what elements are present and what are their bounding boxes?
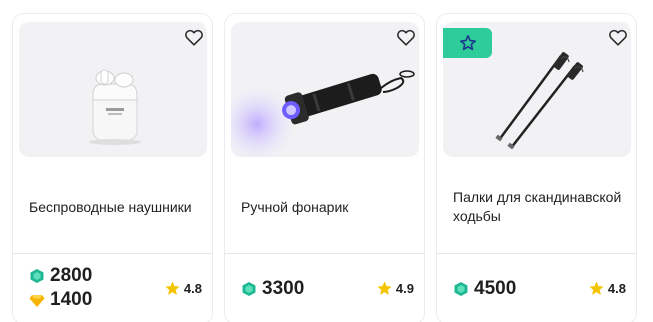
product-image[interactable]: [231, 22, 419, 157]
star-icon: [589, 281, 604, 295]
price-gems-value: 4500: [474, 278, 517, 299]
star-icon: [165, 281, 180, 295]
product-image[interactable]: [19, 22, 207, 157]
divider: [437, 253, 636, 254]
price-coins: 1400: [29, 289, 92, 311]
product-card[interactable]: Ручной фонарик 3300 4.9: [224, 13, 425, 322]
rating: 4.8: [164, 280, 202, 297]
star-icon: [377, 281, 392, 295]
price-gems: 4500: [453, 278, 516, 300]
coin-diamond-icon: [29, 295, 45, 307]
gem-icon: [242, 282, 256, 296]
product-title[interactable]: Палки для скандинавской ходьбы: [453, 188, 626, 226]
flashlight-image: [231, 70, 415, 157]
star-outline-icon: [459, 35, 476, 51]
product-card[interactable]: Палки для скандинавской ходьбы 4500 4.8: [436, 13, 637, 322]
price-gems: 3300: [241, 278, 304, 300]
favorite-heart-icon[interactable]: [607, 26, 629, 48]
featured-badge: [443, 28, 492, 58]
gem-icon: [454, 282, 468, 296]
gem-icon: [30, 269, 44, 283]
product-card[interactable]: Беспроводные наушники 2800 1400 4.8: [12, 13, 213, 322]
price-gems-value: 3300: [262, 278, 305, 299]
divider: [13, 253, 212, 254]
rating-value: 4.8: [607, 281, 626, 296]
rating-value: 4.9: [395, 281, 414, 296]
favorite-heart-icon[interactable]: [395, 26, 417, 48]
product-grid: Беспроводные наушники 2800 1400 4.8 Ручн…: [0, 0, 653, 322]
rating-value: 4.8: [183, 281, 202, 296]
product-title[interactable]: Ручной фонарик: [241, 198, 414, 217]
product-title[interactable]: Беспроводные наушники: [29, 198, 202, 217]
rating: 4.8: [588, 280, 626, 297]
favorite-heart-icon[interactable]: [183, 26, 205, 48]
price-gems-value: 2800: [50, 265, 93, 286]
divider: [225, 253, 424, 254]
rating: 4.9: [376, 280, 414, 297]
price-coins-value: 1400: [50, 289, 93, 310]
price-gems: 2800: [29, 265, 92, 287]
earbuds-image: [89, 69, 141, 145]
